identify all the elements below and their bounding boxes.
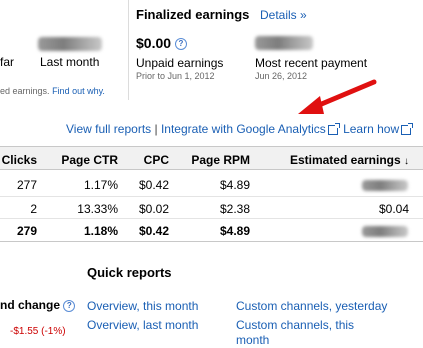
row1-page-ctr: 1.17% (83, 178, 118, 192)
total-page-rpm: $4.89 (219, 224, 250, 238)
find-out-why-link[interactable]: Find out why. (52, 86, 105, 96)
row1-page-rpm: $4.89 (219, 178, 250, 192)
unpaid-value-wrap: $0.00 ? (136, 35, 187, 51)
row1-est-redacted (362, 180, 408, 191)
external-link-icon (401, 122, 414, 135)
external-link-icon (327, 122, 340, 135)
redacted-amount-left (38, 37, 102, 51)
row1-cpc: $0.42 (138, 178, 169, 192)
links-separator: | (154, 122, 158, 136)
total-clicks: 279 (16, 224, 37, 238)
earnings-note: ed earnings. Find out why. (0, 86, 105, 96)
overview-last-month-link[interactable]: Overview, last month (87, 318, 198, 332)
learn-how-link[interactable]: Learn how (343, 122, 399, 136)
est-earnings-label: Estimated earnings (289, 153, 401, 167)
table-header-border (0, 169, 423, 170)
help-icon[interactable]: ? (63, 299, 76, 312)
table-bottom-border (0, 241, 423, 242)
change-label-wrap: nd change ? (0, 298, 76, 312)
unpaid-value: $0.00 (136, 35, 172, 51)
row2-cpc: $0.02 (138, 202, 169, 216)
sort-desc-icon: ↓ (404, 156, 409, 167)
row2-page-ctr: 13.33% (77, 202, 118, 216)
col-cpc-header[interactable]: CPC (130, 153, 169, 167)
recent-payment-label: Most recent payment (255, 56, 368, 70)
overview-this-month-link[interactable]: Overview, this month (87, 299, 198, 313)
links-bar: View full reports | Integrate with Googl… (66, 122, 414, 136)
row2-clicks: 2 (30, 202, 37, 216)
help-icon[interactable]: ? (174, 38, 187, 51)
redacted-recent-payment (255, 36, 313, 50)
view-full-reports-link[interactable]: View full reports (66, 122, 151, 136)
col-page-ctr-header[interactable]: Page CTR (50, 153, 118, 167)
label-last-month: Last month (40, 55, 100, 69)
change-label: nd change (0, 298, 61, 312)
integrate-google-analytics-link[interactable]: Integrate with Google Analytics (161, 122, 326, 136)
details-link[interactable]: Details » (260, 8, 307, 22)
col-est-earnings-header[interactable]: Estimated earnings ↓ (270, 153, 409, 167)
finalized-earnings-title: Finalized earnings (136, 7, 250, 22)
earnings-note-text: ed earnings. (0, 86, 50, 96)
summary-divider (128, 0, 129, 100)
row1-clicks: 277 (16, 178, 37, 192)
custom-channels-this-month-line1: Custom channels, this (236, 318, 355, 332)
total-est-redacted (362, 226, 408, 237)
row2-page-rpm: $2.38 (219, 202, 250, 216)
change-value: -$1.55 (-1%) (10, 326, 66, 337)
quick-reports-title: Quick reports (87, 265, 172, 280)
row2-border (0, 218, 423, 219)
unpaid-label: Unpaid earnings (136, 56, 224, 70)
red-arrow-annotation (298, 79, 377, 114)
total-page-ctr: 1.18% (83, 224, 118, 238)
row1-border (0, 196, 423, 197)
unpaid-sub: Prior to Jun 1, 2012 (136, 71, 215, 81)
total-cpc: $0.42 (138, 224, 169, 238)
row2-est-earnings: $0.04 (378, 202, 409, 216)
label-far: far (0, 55, 15, 69)
col-page-rpm-header[interactable]: Page RPM (180, 153, 250, 167)
custom-channels-yesterday-link[interactable]: Custom channels, yesterday (236, 299, 387, 313)
custom-channels-this-month-line2: month (236, 333, 270, 347)
col-clicks-header[interactable]: Clicks (0, 153, 37, 167)
